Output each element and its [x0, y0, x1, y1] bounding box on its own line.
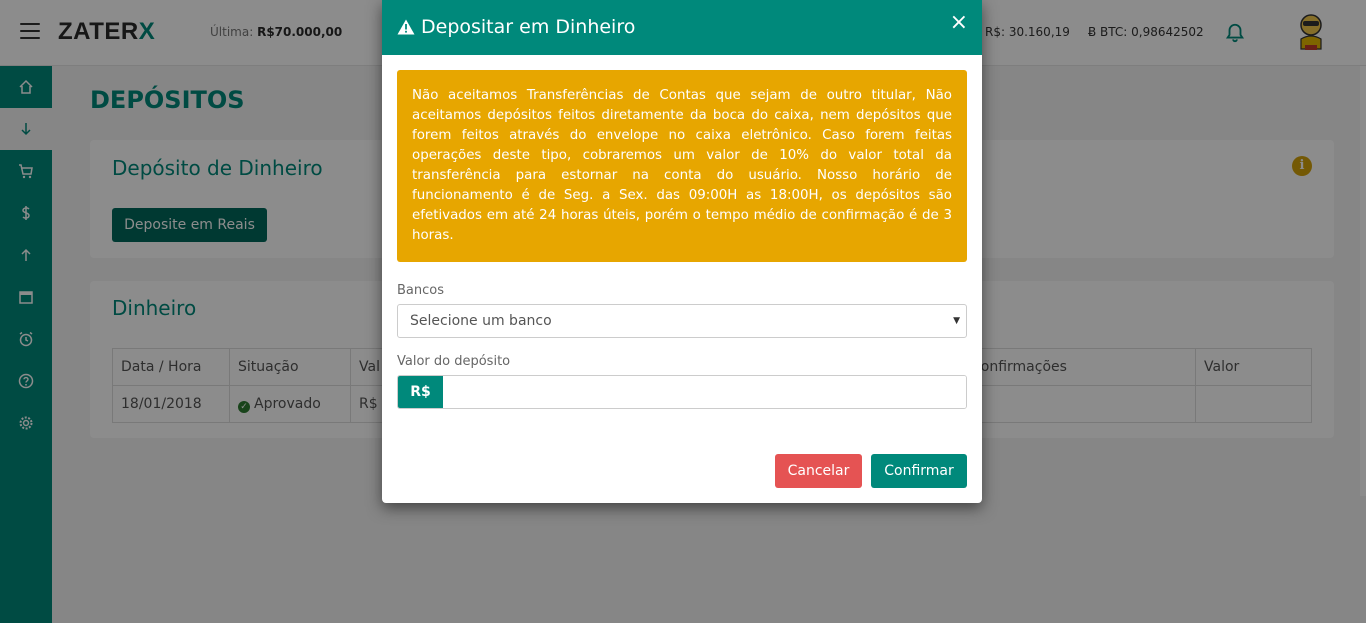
deposit-modal: Depositar em Dinheiro × Não aceitamos Tr…: [382, 0, 982, 503]
confirm-button[interactable]: Confirmar: [871, 454, 967, 488]
close-icon[interactable]: ×: [950, 12, 968, 34]
cancel-button[interactable]: Cancelar: [775, 454, 862, 488]
banks-label: Bancos: [397, 283, 444, 298]
modal-title: Depositar em Dinheiro: [397, 16, 635, 38]
deposit-value-input[interactable]: [443, 376, 966, 408]
value-input-group: R$: [397, 375, 967, 409]
modal-header: Depositar em Dinheiro ×: [382, 0, 982, 55]
warning-alert: Não aceitamos Transferências de Contas q…: [397, 70, 967, 262]
bank-select[interactable]: Selecione um banco ▼: [397, 304, 967, 338]
value-label: Valor do depósito: [397, 354, 511, 369]
caret-down-icon: ▼: [953, 316, 960, 326]
warning-icon: [397, 19, 415, 35]
currency-addon: R$: [398, 376, 443, 408]
